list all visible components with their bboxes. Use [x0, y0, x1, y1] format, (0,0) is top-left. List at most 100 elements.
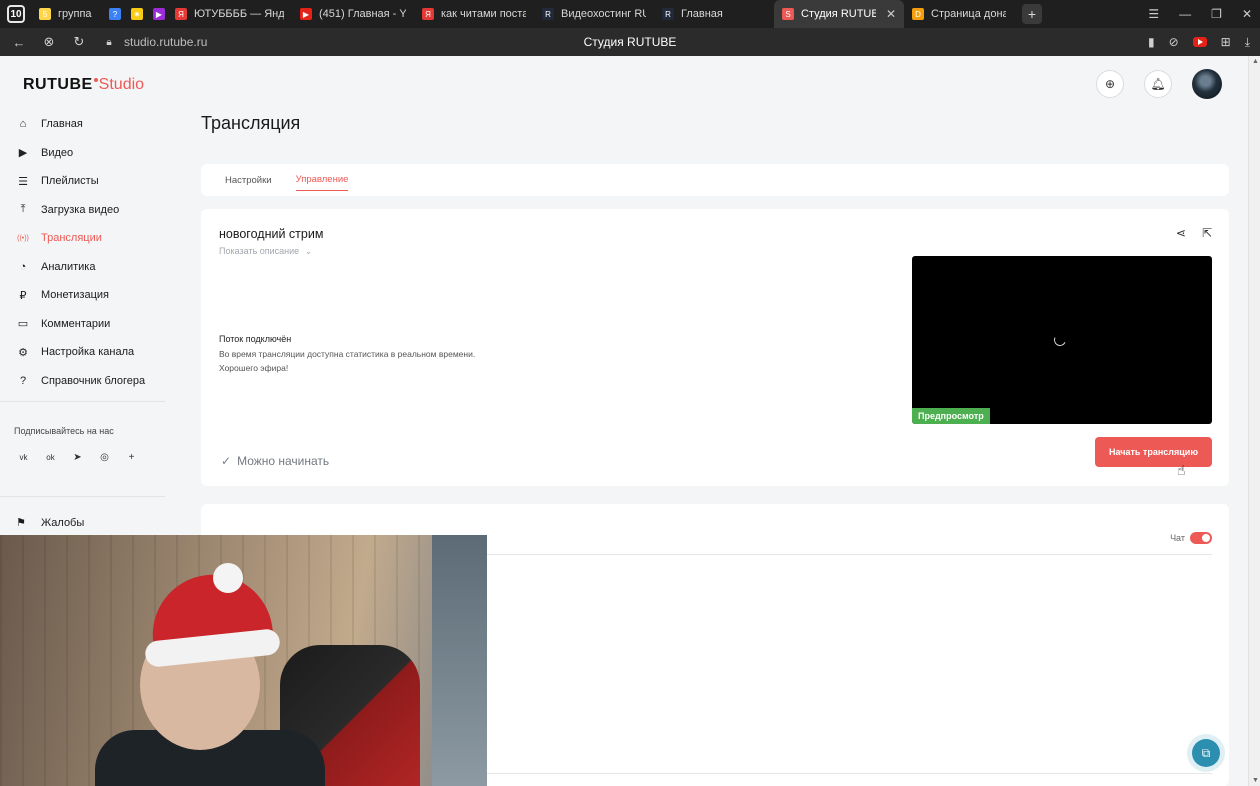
sidebar-item[interactable]: ? Справочник блогера [0, 367, 165, 396]
extension-icon[interactable]: ⊘ [1169, 35, 1179, 49]
restore-icon[interactable]: ❐ [1211, 7, 1222, 21]
tab-label: ЮТУББББ — Яндекс [194, 8, 284, 20]
chevron-down-icon: ⌄ [304, 246, 313, 256]
sidebar-item[interactable]: ▶ Видео [0, 139, 165, 168]
browser-tab[interactable]: S Студия RUTUBE ✕ [774, 0, 904, 28]
menu-icon[interactable]: ☰ [1148, 7, 1159, 21]
url-field[interactable]: studio.rutube.ru [124, 35, 207, 49]
browser-tab[interactable]: D Страница донатов [904, 0, 1014, 28]
scroll-up-icon[interactable]: ▲ [1252, 58, 1259, 65]
notifications-bell-icon[interactable]: 🔔︎ [1144, 70, 1172, 98]
telegram-icon[interactable]: ➤ [68, 448, 87, 467]
sidebar-item[interactable]: ⚙ Настройка канала [0, 338, 165, 367]
page-title: Трансляция [201, 113, 301, 133]
ready-indicator: ✓ Можно начинать [221, 454, 329, 468]
tab-strip: 5 группа 1? ✷ ▶ Я ЮТУББББ — Яндекс ▶ (451) Глав… [31, 0, 1014, 28]
viber-icon[interactable]: ◎ [95, 448, 114, 467]
browser-tab[interactable]: R Видеохостинг RUT [534, 0, 654, 28]
new-tab-button[interactable]: + [1022, 4, 1042, 24]
minimize-icon[interactable]: — [1179, 7, 1191, 21]
start-broadcast-button[interactable]: Начать трансляцию [1095, 437, 1212, 467]
tab-favicon-icon: Я [422, 8, 434, 20]
sidebar-item-label: Трансляции [41, 232, 102, 245]
tab-label: группа 1 [58, 8, 93, 20]
tab-favicon-icon: R [662, 8, 674, 20]
stream-card: новогодний стрим Показать описание ⌄ Пот… [201, 209, 1229, 486]
broadcast-icon: ((•)) [17, 234, 29, 242]
ready-label: Можно начинать [237, 454, 330, 468]
sidebar-divider [0, 496, 165, 497]
plus-icon[interactable]: + [122, 448, 141, 467]
avatar[interactable] [1192, 69, 1222, 99]
hand-cursor-icon: ☝︎ [1177, 462, 1186, 478]
browser-tab[interactable]: R Главная [654, 0, 774, 28]
download-icon[interactable]: ⤓ [1245, 35, 1250, 50]
logo[interactable]: RUTUBE Studio [23, 76, 144, 94]
sidebar-item[interactable]: ₽ Монетизация [0, 281, 165, 310]
sidebar-item-label: Монетизация [41, 289, 109, 302]
tab-counter[interactable]: 10 [7, 5, 25, 23]
bookmark-icon[interactable]: ▮ [1148, 35, 1155, 49]
comments-icon: ▭ [17, 318, 29, 331]
ok-icon[interactable]: ok [41, 448, 60, 467]
sidebar-item-label: Главная [41, 118, 83, 131]
browser-tab[interactable]: ▶ [145, 0, 167, 28]
reload-icon[interactable]: ↻ [68, 34, 90, 50]
browser-tab[interactable]: ? [101, 0, 123, 28]
close-tab-icon[interactable]: ✕ [886, 7, 896, 21]
stream-preview[interactable]: Предпросмотр [912, 256, 1212, 424]
youtube-icon[interactable] [1192, 37, 1207, 47]
browser-tab[interactable]: Якак читами постав [414, 0, 534, 28]
webcam-hat-pompom [213, 563, 243, 593]
tab-favicon-icon: Я [175, 8, 187, 20]
sidebar-item-label: Настройка канала [41, 346, 135, 359]
close-window-icon[interactable]: ✕ [1242, 7, 1252, 21]
sidebar-item-label: Загрузка видео [41, 203, 120, 216]
browser-tab[interactable]: 5 группа 1 [31, 0, 101, 28]
scroll-down-icon[interactable]: ▼ [1252, 777, 1259, 784]
tab-favicon-icon: 5 [39, 8, 51, 20]
tab-control[interactable]: Управление [295, 169, 349, 191]
home-icon: ⌂ [19, 118, 27, 131]
help-button[interactable]: ⧉ [1187, 734, 1225, 772]
tab-favicon-icon: ✷ [131, 8, 143, 20]
gift-icon[interactable]: ⊞ [1221, 35, 1231, 49]
sidebar-item[interactable]: ◔ Аналитика [0, 253, 165, 282]
external-link-icon[interactable]: ⇱ [1202, 226, 1212, 240]
gear-icon: ⚙ [18, 346, 28, 359]
sidebar-item[interactable]: ▭ Комментарии [0, 310, 165, 339]
webcam-window [432, 535, 487, 786]
chat-label: Чат [1170, 533, 1185, 543]
sidebar-item[interactable]: ⌂ Главная [0, 110, 165, 139]
tab-favicon-icon: S [782, 8, 794, 20]
sidebar-item[interactable]: ((•)) Трансляции [0, 224, 165, 253]
sidebar-item-label: Комментарии [41, 317, 111, 330]
yandex-icon[interactable]: ⊗ [38, 34, 60, 50]
logo-rutube: RUTUBE [23, 76, 93, 93]
share-icon[interactable]: ⋖ [1176, 226, 1186, 240]
browser-tab[interactable]: ✷ [123, 0, 145, 28]
back-icon[interactable]: ← [8, 35, 30, 50]
browser-tab[interactable]: ▶ (451) Главная - YouT [292, 0, 414, 28]
vk-icon[interactable]: vk [14, 448, 33, 467]
address-bar: ← ⊗ ↻ 🔒︎ studio.rutube.ru Студия RUTUBE … [0, 28, 1260, 56]
add-video-button[interactable]: ⊕ [1096, 70, 1124, 98]
tab-label: Студия RUTUBE [801, 8, 876, 20]
stream-title: новогодний стрим [219, 227, 324, 241]
browser-tab-bar: 10 5 группа 1? ✷ ▶ Я ЮТУББББ — Яндекс ▶ (451) Г… [0, 0, 1260, 28]
book-icon: ? [19, 374, 27, 387]
show-description-label: Показать описание [219, 246, 300, 256]
chat-toggle[interactable] [1190, 532, 1212, 544]
loading-spinner-icon [1052, 332, 1068, 348]
browser-tab[interactable]: Я ЮТУББББ — Яндекс [167, 0, 292, 28]
tab-settings[interactable]: Настройки [225, 170, 272, 191]
page-scrollbar[interactable]: ▲ ▼ [1248, 56, 1260, 786]
show-description-toggle[interactable]: Показать описание ⌄ [219, 246, 312, 257]
address-bar-actions: ▮ ⊘ ⊞ ⤓ [1148, 28, 1250, 56]
sidebar-item-label: Справочник блогера [41, 374, 146, 387]
complaints-link[interactable]: ⚑ Жалобы [16, 516, 84, 530]
sidebar-item[interactable]: ⤒ Загрузка видео [0, 196, 165, 225]
sidebar-item[interactable]: ☰ Плейлисты [0, 167, 165, 196]
stream-status-line: Хорошего эфира! [219, 363, 289, 373]
tab-favicon-icon: ▶ [300, 8, 312, 20]
